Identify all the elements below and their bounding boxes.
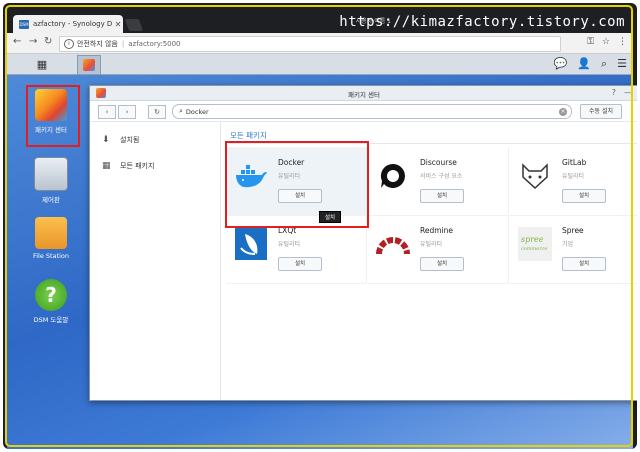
download-icon: ⬇	[102, 135, 110, 145]
notification-chat-icon[interactable]: 💬	[554, 57, 568, 71]
desktop-icon-dsm-help[interactable]: ? DSM 도움말	[21, 279, 81, 324]
back-button[interactable]: ‹	[98, 105, 116, 119]
desktop-icon-control-panel[interactable]: 제어판	[21, 157, 81, 204]
sidebar-item-label: 설치됨	[120, 136, 140, 144]
highlight-docker-card	[225, 141, 369, 228]
url-text: azfactory:5000	[128, 40, 181, 48]
window-titlebar[interactable]: 패키지 센터 ? —	[90, 86, 637, 101]
address-bar-actions: ⚿ ☆ ⋮	[587, 37, 627, 47]
window-title: 패키지 센터	[348, 91, 380, 99]
install-button[interactable]: 설치	[420, 189, 464, 203]
package-card-gitlab[interactable]: GitLab 유틸리티 설치	[510, 147, 637, 216]
screenshot-frame: DSM azfactory - Synology Di ✕ 사용자 이름 1 h…	[3, 3, 637, 449]
dsm-favicon-icon: DSM	[19, 19, 29, 29]
highlight-package-center-icon	[26, 85, 80, 147]
info-icon[interactable]: i	[64, 39, 74, 49]
package-category: 서비스 구성 요소	[420, 173, 463, 180]
dsm-taskbar: ▦ 💬 👤 ⌕ ☰	[7, 54, 633, 75]
package-center-taskbar-icon	[83, 59, 95, 71]
sidebar-item-all-packages[interactable]: ▦ 모든 패키지	[102, 159, 220, 173]
browser-tab-strip: DSM azfactory - Synology Di ✕ 사용자 이름 1 h…	[7, 11, 633, 33]
window-toolbar: ‹ › ↻ ⌕ Docker × 수동 설치	[90, 101, 637, 122]
sidebar-item-label: 모든 패키지	[120, 162, 155, 170]
package-center-window: 패키지 센터 ? — ‹ › ↻ ⌕ Docker × 수동 설치 ⬇ 설치됨 …	[89, 85, 637, 401]
back-icon[interactable]: ←	[13, 36, 21, 47]
close-tab-icon[interactable]: ✕	[113, 20, 123, 29]
user-icon[interactable]: 👤	[577, 57, 591, 71]
menu-dots-icon[interactable]: ⋮	[618, 37, 627, 47]
install-button[interactable]: 설치	[562, 189, 606, 203]
discourse-icon	[376, 159, 410, 193]
help-question-icon[interactable]: ?	[612, 88, 616, 97]
package-category: 유틸리티	[562, 173, 585, 180]
package-category: 기업	[562, 241, 574, 248]
desktop-icon-label: 제어판	[42, 196, 60, 204]
dsm-tray: 💬 👤 ⌕ ☰	[554, 57, 627, 71]
control-panel-icon	[34, 157, 68, 191]
package-card-redmine[interactable]: Redmine 유틸리티 설치	[368, 215, 509, 284]
tab-title: azfactory - Synology Di	[33, 20, 113, 28]
clear-search-icon[interactable]: ×	[559, 107, 567, 116]
minimize-icon[interactable]: —	[624, 88, 632, 97]
main-menu-grid-icon[interactable]: ▦	[21, 57, 63, 71]
package-name: Redmine	[420, 226, 454, 235]
desktop-icon-file-station[interactable]: File Station	[21, 217, 81, 260]
new-tab-button[interactable]	[124, 19, 144, 31]
package-category: 유틸리티	[278, 241, 301, 248]
lxqt-icon	[234, 227, 268, 261]
package-card-discourse[interactable]: Discourse 서비스 구성 요소 설치	[368, 147, 509, 216]
reload-icon[interactable]: ↻	[44, 36, 52, 47]
install-button[interactable]: 설치	[562, 257, 606, 271]
search-icon: ⌕	[179, 107, 183, 115]
sidebar-item-installed[interactable]: ⬇ 설치됨	[102, 133, 220, 147]
search-value: Docker	[185, 107, 209, 116]
package-name: GitLab	[562, 158, 587, 167]
url-input[interactable]: i 안전하지 않음 | azfactory:5000	[59, 36, 561, 52]
install-button[interactable]: 설치	[420, 257, 464, 271]
search-icon[interactable]: ⌕	[601, 57, 607, 71]
folder-icon	[35, 217, 67, 249]
desktop-icon-label: DSM 도움말	[33, 316, 69, 324]
install-tooltip: 설치	[319, 211, 342, 223]
spree-icon: spree commerce	[518, 227, 552, 261]
watermark: https://kimazfactory.tistory.com	[339, 14, 625, 30]
refresh-button[interactable]: ↻	[148, 105, 166, 119]
package-name: Discourse	[420, 158, 457, 167]
grid-icon: ▦	[102, 161, 111, 171]
package-category: 유틸리티	[420, 241, 443, 248]
widgets-icon[interactable]: ☰	[617, 57, 627, 71]
install-button[interactable]: 설치	[278, 257, 322, 271]
redmine-icon	[376, 227, 410, 261]
bookmark-star-icon[interactable]: ☆	[602, 37, 610, 47]
forward-icon[interactable]: →	[29, 36, 37, 47]
package-card-spree[interactable]: spree commerce Spree 기업 설치	[510, 215, 637, 284]
security-label: 안전하지 않음	[77, 40, 118, 48]
svg-text:spree: spree	[521, 235, 544, 244]
forward-button[interactable]: ›	[118, 105, 136, 119]
svg-text:commerce: commerce	[521, 246, 547, 252]
package-search-input[interactable]: ⌕ Docker ×	[172, 104, 572, 119]
window-controls: ? —	[612, 88, 632, 97]
key-icon[interactable]: ⚿	[587, 37, 594, 47]
gitlab-icon	[518, 159, 552, 193]
url-separator: |	[121, 40, 125, 48]
desktop-icon-label: File Station	[32, 252, 70, 260]
package-name: Spree	[562, 226, 584, 235]
help-icon: ?	[35, 279, 67, 311]
browser-tab[interactable]: DSM azfactory - Synology Di ✕	[13, 15, 123, 33]
address-bar: ← → ↻ i 안전하지 않음 | azfactory:5000 ⚿ ☆ ⋮	[7, 33, 633, 54]
section-title: 모든 패키지	[230, 131, 267, 140]
manual-install-button[interactable]: 수동 설치	[580, 104, 622, 119]
taskbar-package-center[interactable]	[77, 55, 101, 75]
package-sidebar: ⬇ 설치됨 ▦ 모든 패키지	[90, 121, 221, 400]
